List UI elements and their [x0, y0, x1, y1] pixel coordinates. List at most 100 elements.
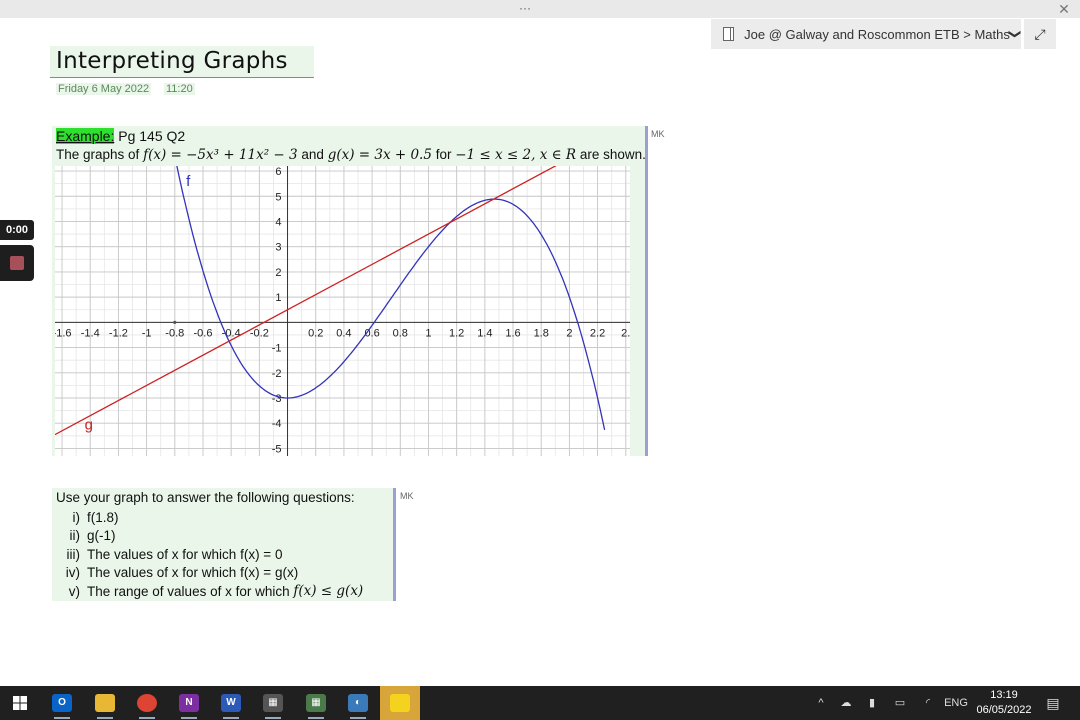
file-explorer-app[interactable] — [85, 686, 125, 720]
page-title[interactable]: Interpreting Graphs — [56, 48, 288, 74]
author-tag: MK — [400, 491, 414, 501]
calculator-app[interactable]: ▦ — [253, 686, 293, 720]
recording-timer: 0:00 — [0, 220, 34, 240]
y-tick-label: 4 — [275, 216, 281, 228]
taskbar: O N W ▦ ▦ ◐ ^ ☁ ▮ ▭ ◜ ENG 13:19 06/05/2022 ▤ — [0, 686, 1080, 720]
author-tag: MK — [651, 129, 665, 139]
close-button[interactable]: ✕ — [1056, 0, 1072, 18]
questions-list: i) f(1.8) ii) g(-1) iii) The values of x fo… — [52, 508, 363, 601]
word-app[interactable]: W — [211, 686, 251, 720]
question-text: The range of values of x for which — [87, 583, 290, 599]
chevron-up-icon[interactable]: ^ — [812, 686, 830, 720]
outlook-app[interactable]: O — [42, 686, 82, 720]
example-description[interactable]: The graphs of f(x) = −5x³ + 11x² − 3 and… — [56, 147, 646, 163]
series-g-label: g — [85, 417, 93, 434]
y-tick-label: 3 — [275, 242, 281, 254]
desc-for: for — [435, 147, 452, 162]
f-definition: f(x) = −5x³ + 11x² − 3 — [143, 147, 298, 163]
question-text: The values of x for which f(x) = 0 — [87, 546, 283, 562]
y-tick-label: 5 — [275, 191, 281, 203]
sticky-notes-app[interactable] — [380, 686, 420, 720]
battery-icon[interactable]: ▭ — [888, 686, 912, 720]
more-options-button[interactable]: ··· — [515, 0, 535, 18]
title-bar: ··· ✕ — [0, 0, 1080, 18]
usb-icon[interactable]: ▮ — [862, 686, 882, 720]
notebook-breadcrumb[interactable]: Joe @ Galway and Roscommon ETB > Maths — [744, 27, 1010, 42]
calculator-icon: ▦ — [263, 694, 283, 712]
x-tick-label: 0.2 — [308, 327, 323, 339]
question-item[interactable]: ii) g(-1) — [52, 527, 363, 546]
domain-definition: −1 ≤ x ≤ 2, x ∈ R — [455, 147, 577, 163]
x-tick-label: 2.2 — [590, 327, 605, 339]
question-number: iv) — [65, 565, 80, 581]
file-explorer-icon — [95, 694, 115, 712]
language-indicator[interactable]: ENG — [942, 686, 970, 720]
y-tick-label: -2 — [272, 368, 282, 380]
outlook-icon: O — [52, 694, 72, 712]
x-tick-label: -1 — [142, 327, 152, 339]
question-item[interactable]: i) f(1.8) — [52, 508, 363, 527]
calculator2-app[interactable]: ▦ — [296, 686, 336, 720]
page-date: Friday 6 May 2022 — [56, 83, 152, 95]
onenote-window: ··· ✕ Joe @ Galway and Roscommon ETB > M… — [0, 0, 1080, 720]
question-item[interactable]: v) The range of values of x for which f(x… — [52, 582, 363, 601]
x-tick-label: -1.4 — [81, 327, 100, 339]
notebook-selector[interactable]: Joe @ Galway and Roscommon ETB > Maths ❯ — [711, 19, 1022, 49]
example-reference: Pg 145 Q2 — [118, 128, 186, 144]
word-icon: W — [221, 694, 241, 712]
y-tick-label: 2 — [275, 267, 281, 279]
question-math: f(x) ≤ g(x) — [293, 583, 364, 600]
question-item[interactable]: iv) The values of x for which f(x) = g(x) — [52, 564, 363, 583]
question-number: v) — [68, 583, 80, 599]
plot-area — [55, 166, 630, 456]
desc-suffix: are shown. — [579, 147, 646, 162]
x-tick-label: 2 — [566, 327, 572, 339]
example-label: Example: — [56, 128, 115, 144]
windows-icon — [13, 696, 27, 710]
y-tick-label: -5 — [272, 443, 282, 455]
media-icon: ◐ — [348, 694, 368, 712]
wifi-icon[interactable]: ◜ — [916, 686, 940, 720]
questions-note-container[interactable]: Use your graph to answer the following q… — [52, 488, 396, 601]
x-tick-label: -0.8 — [165, 327, 184, 339]
x-tick-label: 0.8 — [393, 327, 408, 339]
page-title-container[interactable]: Interpreting Graphs — [50, 46, 314, 78]
y-tick-label: -4 — [272, 418, 282, 430]
stop-recording-button[interactable] — [0, 245, 34, 281]
question-text: f(1.8) — [87, 509, 119, 525]
desc-and: and — [301, 147, 324, 162]
desc-prefix: The graphs of — [56, 147, 140, 162]
expand-icon[interactable]: ⤢ — [1024, 19, 1056, 49]
media-app[interactable]: ◐ — [338, 686, 378, 720]
x-tick-label: -0.4 — [222, 327, 241, 339]
question-item[interactable]: iii) The values of x for which f(x) = 0 — [52, 545, 363, 564]
question-number: ii) — [69, 528, 81, 544]
chevron-down-icon[interactable]: ❯ — [1008, 28, 1022, 39]
y-tick-label: 6 — [275, 166, 281, 178]
start-button[interactable] — [0, 686, 40, 720]
notifications-icon[interactable]: ▤ — [1040, 686, 1066, 720]
example-heading[interactable]: Example: Pg 145 Q2 — [56, 128, 185, 144]
page-time: 11:20 — [164, 83, 195, 95]
x-tick-label: -1.6 — [55, 327, 72, 339]
onenote-app[interactable]: N — [169, 686, 209, 720]
x-tick-label: 1.8 — [534, 327, 549, 339]
x-tick-label: -1.2 — [109, 327, 128, 339]
x-tick-label: 1.4 — [477, 327, 492, 339]
x-tick-label: 1 — [425, 327, 431, 339]
onedrive-icon[interactable]: ☁ — [836, 686, 856, 720]
question-number: i) — [72, 509, 81, 525]
x-tick-label: 2. — [621, 327, 630, 339]
sticky-notes-icon — [390, 694, 410, 712]
question-number: iii) — [66, 546, 81, 562]
questions-intro: Use your graph to answer the following q… — [56, 490, 355, 505]
chrome-app[interactable] — [127, 686, 167, 720]
onenote-icon: N — [179, 694, 199, 712]
y-tick-label: 1 — [275, 292, 281, 304]
function-graph[interactable]: -1.6-1.4-1.2-1-0.8-0.6-0.4-0.20.20.40.60… — [55, 166, 685, 456]
g-definition: g(x) = 3x + 0.5 — [327, 147, 432, 163]
x-tick-label: 1.6 — [505, 327, 520, 339]
notebook-icon — [723, 27, 735, 41]
calculator2-icon: ▦ — [306, 694, 326, 712]
clock[interactable]: 13:19 06/05/2022 — [972, 688, 1036, 718]
